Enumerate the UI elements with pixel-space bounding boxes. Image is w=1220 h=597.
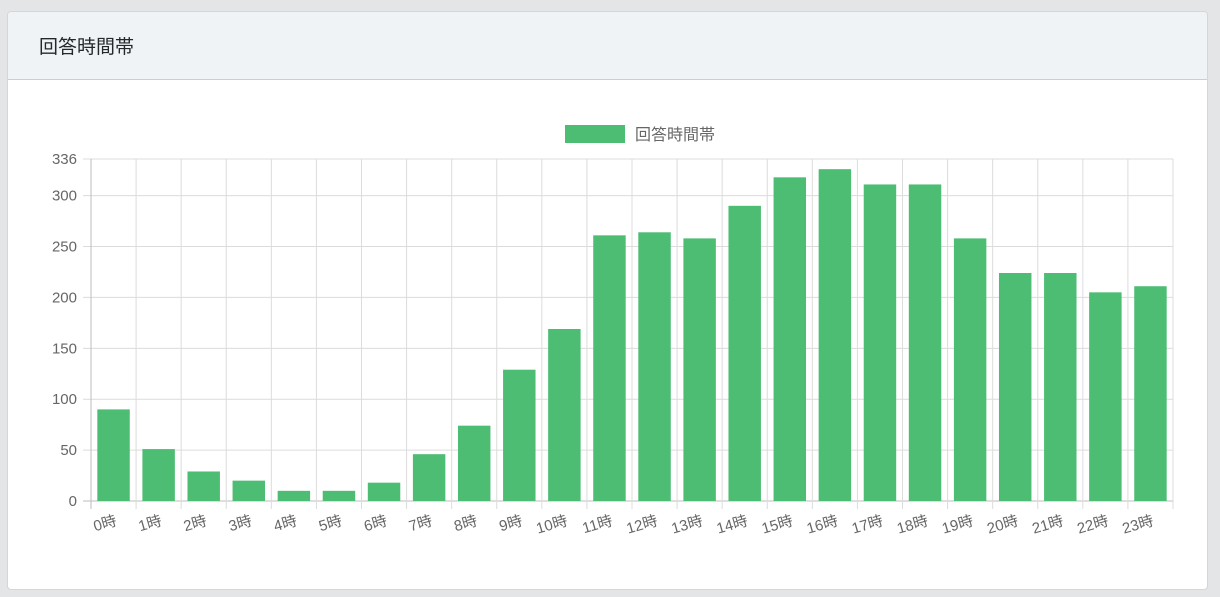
bar[interactable]: [728, 205, 761, 502]
bar-chart: 0 50 100 150 200 250 300 336 0時 1時 2時 3時 4時 5時 6時 7時 8時 9…: [52, 125, 1174, 538]
x-tick-label: 11時: [580, 513, 614, 538]
x-tick-label: 8時: [452, 513, 479, 536]
x-tick-label: 14時: [715, 513, 750, 538]
bar[interactable]: [683, 238, 716, 501]
card-body: 0 50 100 150 200 250 300 336 0時 1時 2時 3時 4時 5時 6時 7時 8時 9…: [8, 80, 1207, 589]
x-tick-label: 19時: [940, 513, 975, 538]
x-tick-label: 9時: [497, 513, 524, 536]
y-tick-label: 0: [69, 493, 77, 510]
x-tick-label: 23時: [1120, 513, 1155, 538]
x-tick-label: 20時: [985, 513, 1020, 538]
y-tick-label: 300: [52, 188, 77, 205]
y-tick-label: 336: [52, 151, 77, 168]
bar[interactable]: [1089, 292, 1122, 501]
x-tick-label: 18時: [895, 513, 930, 538]
bar[interactable]: [593, 235, 626, 501]
bar[interactable]: [277, 490, 311, 501]
bar[interactable]: [503, 369, 536, 501]
x-tick-label: 10時: [534, 513, 569, 538]
chart-card: 回答時間帯 0 50 100 150 200 250 300 336 0時 1時 2時 3時 4時 5時 6…: [7, 11, 1208, 590]
x-tick-label: 13時: [670, 513, 705, 538]
bar[interactable]: [548, 328, 581, 501]
legend-swatch: [565, 125, 625, 143]
bar[interactable]: [773, 177, 807, 502]
x-tick-label: 16時: [805, 513, 840, 538]
bar[interactable]: [97, 409, 130, 501]
y-tick-label: 150: [52, 340, 77, 357]
bar[interactable]: [638, 232, 671, 502]
bar[interactable]: [322, 490, 356, 501]
y-tick-label: 50: [60, 442, 77, 459]
bar[interactable]: [457, 425, 491, 501]
bar[interactable]: [1134, 286, 1167, 501]
x-tick-label: 4時: [272, 513, 299, 536]
legend[interactable]: 回答時間帯: [565, 125, 715, 144]
bar[interactable]: [232, 480, 266, 501]
x-tick-label: 7時: [407, 513, 434, 536]
x-tick-label: 12時: [624, 513, 659, 538]
bar[interactable]: [953, 238, 987, 501]
x-tick-label: 1時: [137, 513, 164, 536]
bar[interactable]: [142, 449, 175, 501]
bar[interactable]: [998, 273, 1032, 501]
y-tick-label: 250: [52, 239, 77, 256]
x-tick-label: 3時: [227, 513, 254, 536]
x-tick-label: 0時: [92, 513, 119, 536]
legend-label: 回答時間帯: [635, 126, 715, 144]
x-tick-label: 2時: [182, 513, 209, 536]
y-tick-label: 100: [52, 391, 77, 408]
x-tick-label: 21時: [1030, 513, 1065, 538]
x-tick-label: 17時: [850, 513, 885, 538]
x-tick-label: 6時: [362, 513, 389, 536]
x-tick-label: 22時: [1075, 513, 1110, 538]
card-title: 回答時間帯: [39, 36, 135, 58]
y-tick-label: 200: [52, 289, 77, 306]
bar[interactable]: [187, 471, 220, 501]
bar[interactable]: [412, 454, 446, 501]
card-header: 回答時間帯: [8, 12, 1207, 80]
x-tick-label: 15時: [760, 513, 795, 538]
x-tick-label: 5時: [317, 513, 344, 536]
bar[interactable]: [1044, 273, 1077, 501]
bar[interactable]: [908, 184, 942, 502]
bar[interactable]: [818, 169, 852, 501]
bar[interactable]: [367, 482, 401, 501]
bar[interactable]: [863, 184, 897, 502]
